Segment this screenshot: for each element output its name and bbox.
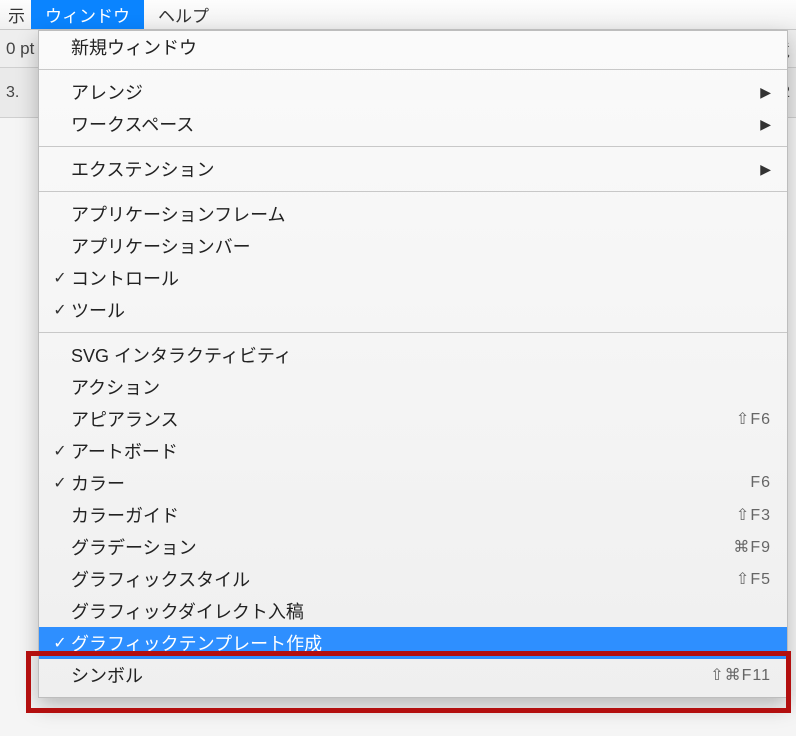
menu-item-graphic-styles[interactable]: グラフィックスタイル ⇧F5 (39, 563, 787, 595)
menu-item-control[interactable]: ✓ コントロール (39, 262, 787, 294)
menu-label: アプリケーションバー (71, 233, 251, 259)
menu-shortcut: ⇧F3 (736, 505, 771, 525)
menu-label: グラデーション (71, 534, 197, 560)
menu-item-new-window[interactable]: 新規ウィンドウ (39, 31, 787, 63)
menu-label: アクション (71, 374, 160, 400)
menu-item-app-bar[interactable]: アプリケーションバー (39, 230, 787, 262)
menu-item-appearance[interactable]: アピアランス ⇧F6 (39, 403, 787, 435)
menu-label: シンボル (71, 662, 143, 688)
menu-label: グラフィックスタイル (71, 566, 250, 592)
menu-item-symbol[interactable]: シンボル ⇧⌘F11 (39, 659, 787, 691)
menu-item-artboard[interactable]: ✓ アートボード (39, 435, 787, 467)
menu-item-graphic-direct[interactable]: グラフィックダイレクト入稿 (39, 595, 787, 627)
window-menu-dropdown: 新規ウィンドウ アレンジ ▶ ワークスペース ▶ エクステンション ▶ アプリケ… (38, 30, 788, 698)
menu-item-app-frame[interactable]: アプリケーションフレーム (39, 198, 787, 230)
menu-shortcut: ⇧F5 (736, 569, 771, 589)
menu-label: グラフィックダイレクト入稿 (71, 598, 304, 624)
menu-label: アートボード (71, 438, 178, 464)
checkmark-icon: ✓ (49, 633, 71, 653)
toolbar-left-trunc: 0 pt (6, 39, 34, 59)
menu-separator (39, 146, 787, 147)
menu-label: ツール (71, 297, 125, 323)
menu-item-color[interactable]: ✓ カラー F6 (39, 467, 787, 499)
menu-item-color-guide[interactable]: カラーガイド ⇧F3 (39, 499, 787, 531)
menu-item-gradient[interactable]: グラデーション ⌘F9 (39, 531, 787, 563)
menu-item-workspace[interactable]: ワークスペース ▶ (39, 108, 787, 140)
menu-label: SVG インタラクティビティ (71, 342, 292, 368)
submenu-arrow-icon: ▶ (760, 116, 771, 133)
menu-label: アレンジ (71, 79, 143, 105)
menu-item-actions[interactable]: アクション (39, 371, 787, 403)
menu-separator (39, 191, 787, 192)
menu-item-graphic-template[interactable]: ✓ グラフィックテンプレート作成 (39, 627, 787, 659)
checkmark-icon: ✓ (49, 441, 71, 461)
menu-label: アピアランス (71, 406, 179, 432)
menu-shortcut: ⇧F6 (736, 409, 771, 429)
menu-shortcut: ⌘F9 (733, 537, 771, 557)
checkmark-icon: ✓ (49, 268, 71, 288)
menubar-item-window[interactable]: ウィンドウ (31, 0, 144, 29)
menu-item-svg-interactivity[interactable]: SVG インタラクティビティ (39, 339, 787, 371)
menu-item-arrange[interactable]: アレンジ ▶ (39, 76, 787, 108)
menu-label: エクステンション (71, 156, 214, 182)
menu-shortcut: F6 (750, 474, 771, 492)
menubar-item-help[interactable]: ヘルプ (144, 0, 223, 29)
submenu-arrow-icon: ▶ (760, 84, 771, 101)
menu-label: 新規ウィンドウ (71, 34, 197, 60)
menu-item-extension[interactable]: エクステンション ▶ (39, 153, 787, 185)
menubar-item-display-trunc[interactable]: 示 (8, 0, 31, 29)
secondary-left-trunc: 3. (6, 84, 19, 102)
menubar: 示 ウィンドウ ヘルプ (0, 0, 796, 30)
menu-shortcut: ⇧⌘F11 (710, 665, 771, 685)
menu-label: グラフィックテンプレート作成 (71, 630, 322, 656)
menu-label: アプリケーションフレーム (71, 201, 286, 227)
checkmark-icon: ✓ (49, 300, 71, 320)
menu-label: カラーガイド (71, 502, 179, 528)
menu-label: ワークスペース (71, 111, 194, 137)
menu-separator (39, 332, 787, 333)
menu-label: カラー (71, 470, 125, 496)
menu-separator (39, 69, 787, 70)
menu-item-tools[interactable]: ✓ ツール (39, 294, 787, 326)
submenu-arrow-icon: ▶ (760, 161, 771, 178)
checkmark-icon: ✓ (49, 473, 71, 493)
menu-label: コントロール (71, 265, 179, 291)
